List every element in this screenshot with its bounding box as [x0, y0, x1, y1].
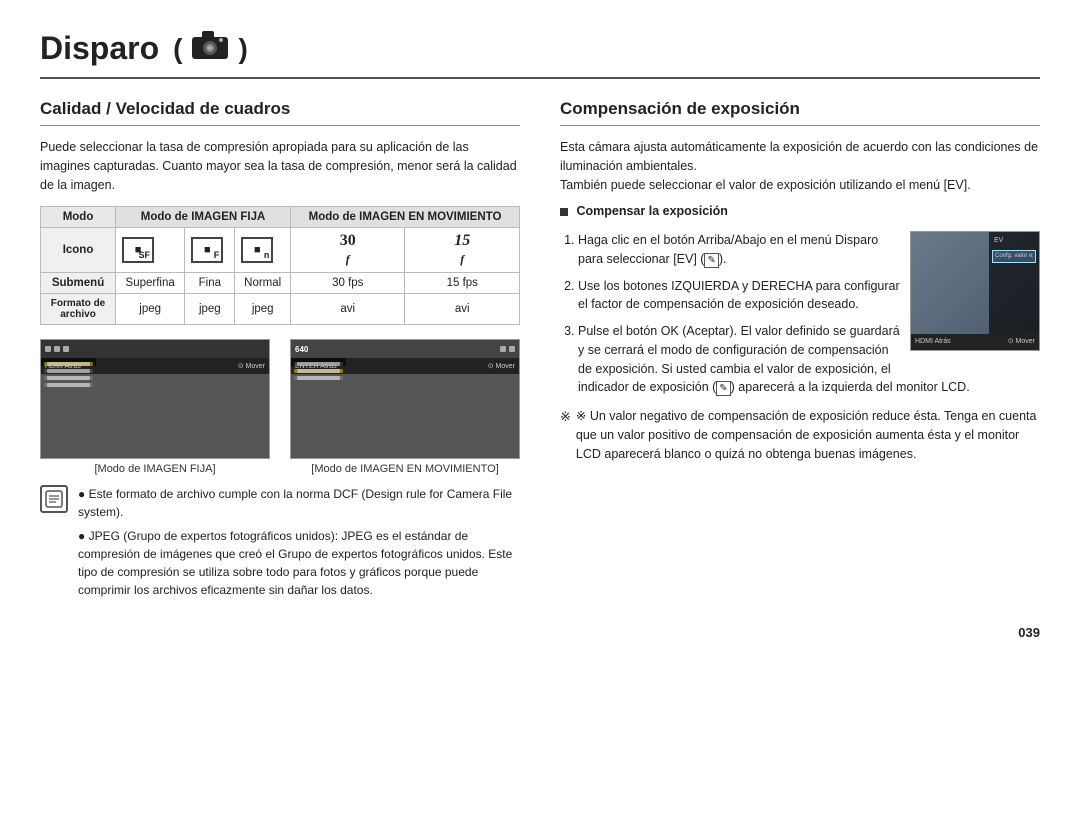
table-cell-fina: Fina	[185, 273, 235, 294]
icon-30fps: 30f	[340, 232, 356, 267]
icon-n: ■n	[241, 237, 273, 263]
ev-menu-item-ev: EV	[992, 235, 1036, 248]
right-intro: Esta cámara ajusta automáticamente la ex…	[560, 138, 1040, 194]
table-cell-icon-30: 30f	[291, 228, 405, 273]
bullet-title: Compensar la exposición	[576, 204, 727, 218]
left-section-body: Puede seleccionar la tasa de compresión …	[40, 138, 520, 194]
right-section-title: Compensación de exposición	[560, 99, 1040, 126]
table-cell-icon-f: ■F	[185, 228, 235, 273]
table-header-modo: Modo	[41, 207, 116, 228]
note-line-2: ● JPEG (Grupo de expertos fotográficos u…	[78, 527, 520, 599]
screenshot-still-caption: [Modo de IMAGEN FIJA]	[40, 463, 270, 475]
camera-icon	[192, 30, 228, 67]
table-cell-15fps: 15 fps	[405, 273, 520, 294]
screenshot-motion-caption: [Modo de IMAGEN EN MOVIMIENTO]	[290, 463, 520, 475]
table-cell-icon-15: 15f	[405, 228, 520, 273]
note-text: ● Este formato de archivo cumple con la …	[78, 485, 520, 605]
table-cell-superfina: Superfina	[116, 273, 185, 294]
left-column: Calidad / Velocidad de cuadros Puede sel…	[40, 99, 520, 605]
table-cell-formato-label: Formato dearchivo	[41, 294, 116, 325]
table-cell-avi1: avi	[291, 294, 405, 325]
table-cell-jpeg2: jpeg	[185, 294, 235, 325]
note-star: ※ ※ Un valor negativo de compensación de…	[560, 407, 1040, 463]
note-line-1: ● Este formato de archivo cumple con la …	[78, 485, 520, 521]
note-block: ● Este formato de archivo cumple con la …	[40, 485, 520, 605]
screenshot-still-img: HDMI Atrás ⊙ Mover	[40, 339, 270, 459]
table-cell-jpeg3: jpeg	[235, 294, 291, 325]
right-column: Compensación de exposición Esta cámara a…	[560, 99, 1040, 605]
main-content: Calidad / Velocidad de cuadros Puede sel…	[40, 99, 1040, 605]
mode-table: Modo Modo de IMAGEN FIJA Modo de IMAGEN …	[40, 206, 520, 325]
table-cell-submenu-label: Submenú	[41, 273, 116, 294]
page-number: 039	[40, 625, 1040, 640]
top-divider	[40, 77, 1040, 79]
bullet-square-icon	[560, 208, 568, 216]
table-cell-30fps: 30 fps	[291, 273, 405, 294]
screenshot-motion: 640 EN	[290, 339, 520, 475]
bullet-compensar: Compensar la exposición	[560, 202, 1040, 221]
table-header-imagen-movimiento: Modo de IMAGEN EN MOVIMIENTO	[291, 207, 520, 228]
table-row-icono: Icono ■SF ■F ■n	[41, 228, 520, 273]
table-header-imagen-fija: Modo de IMAGEN FIJA	[116, 207, 291, 228]
page-title: Disparo ( )	[40, 30, 1040, 67]
ev-menu-item-blank2	[992, 280, 1036, 293]
ev-menu-item-config: Confg. valor exposicion	[992, 250, 1036, 263]
table-cell-icono-label: Icono	[41, 228, 116, 273]
table-row-submenu: Submenú Superfina Fina Normal 30 fps 15 …	[41, 273, 520, 294]
screenshot-still: HDMI Atrás ⊙ Mover [Modo de IMAGEN FIJA]	[40, 339, 270, 475]
ev-menu-item-blank1	[992, 265, 1036, 278]
right-section-body: Esta cámara ajusta automáticamente la ex…	[560, 138, 1040, 463]
table-cell-icon-n: ■n	[235, 228, 291, 273]
icon-15fps: 15f	[454, 232, 470, 267]
icon-sf: ■SF	[122, 237, 154, 263]
ev-btn-mover: ⊙ Mover	[1008, 337, 1035, 348]
left-section-title: Calidad / Velocidad de cuadros	[40, 99, 520, 126]
table-cell-normal: Normal	[235, 273, 291, 294]
screenshot-motion-img: 640 EN	[290, 339, 520, 459]
table-cell-avi2: avi	[405, 294, 520, 325]
icon-f: ■F	[191, 237, 223, 263]
note-star-text: ※ Un valor negativo de compensación de e…	[576, 407, 1040, 463]
ev-display: EV Confg. valor exposicion HDMI Atrás ⊙ …	[910, 231, 1040, 351]
star-symbol: ※	[560, 407, 571, 463]
table-cell-icon-sf: ■SF	[116, 228, 185, 273]
screenshots-row: HDMI Atrás ⊙ Mover [Modo de IMAGEN FIJA]…	[40, 339, 520, 475]
table-cell-jpeg1: jpeg	[116, 294, 185, 325]
ev-btn-atras: HDMI Atrás	[915, 337, 951, 348]
note-icon	[40, 485, 68, 513]
table-row-formato: Formato dearchivo jpeg jpeg jpeg avi avi	[41, 294, 520, 325]
title-text: Disparo	[40, 30, 159, 67]
